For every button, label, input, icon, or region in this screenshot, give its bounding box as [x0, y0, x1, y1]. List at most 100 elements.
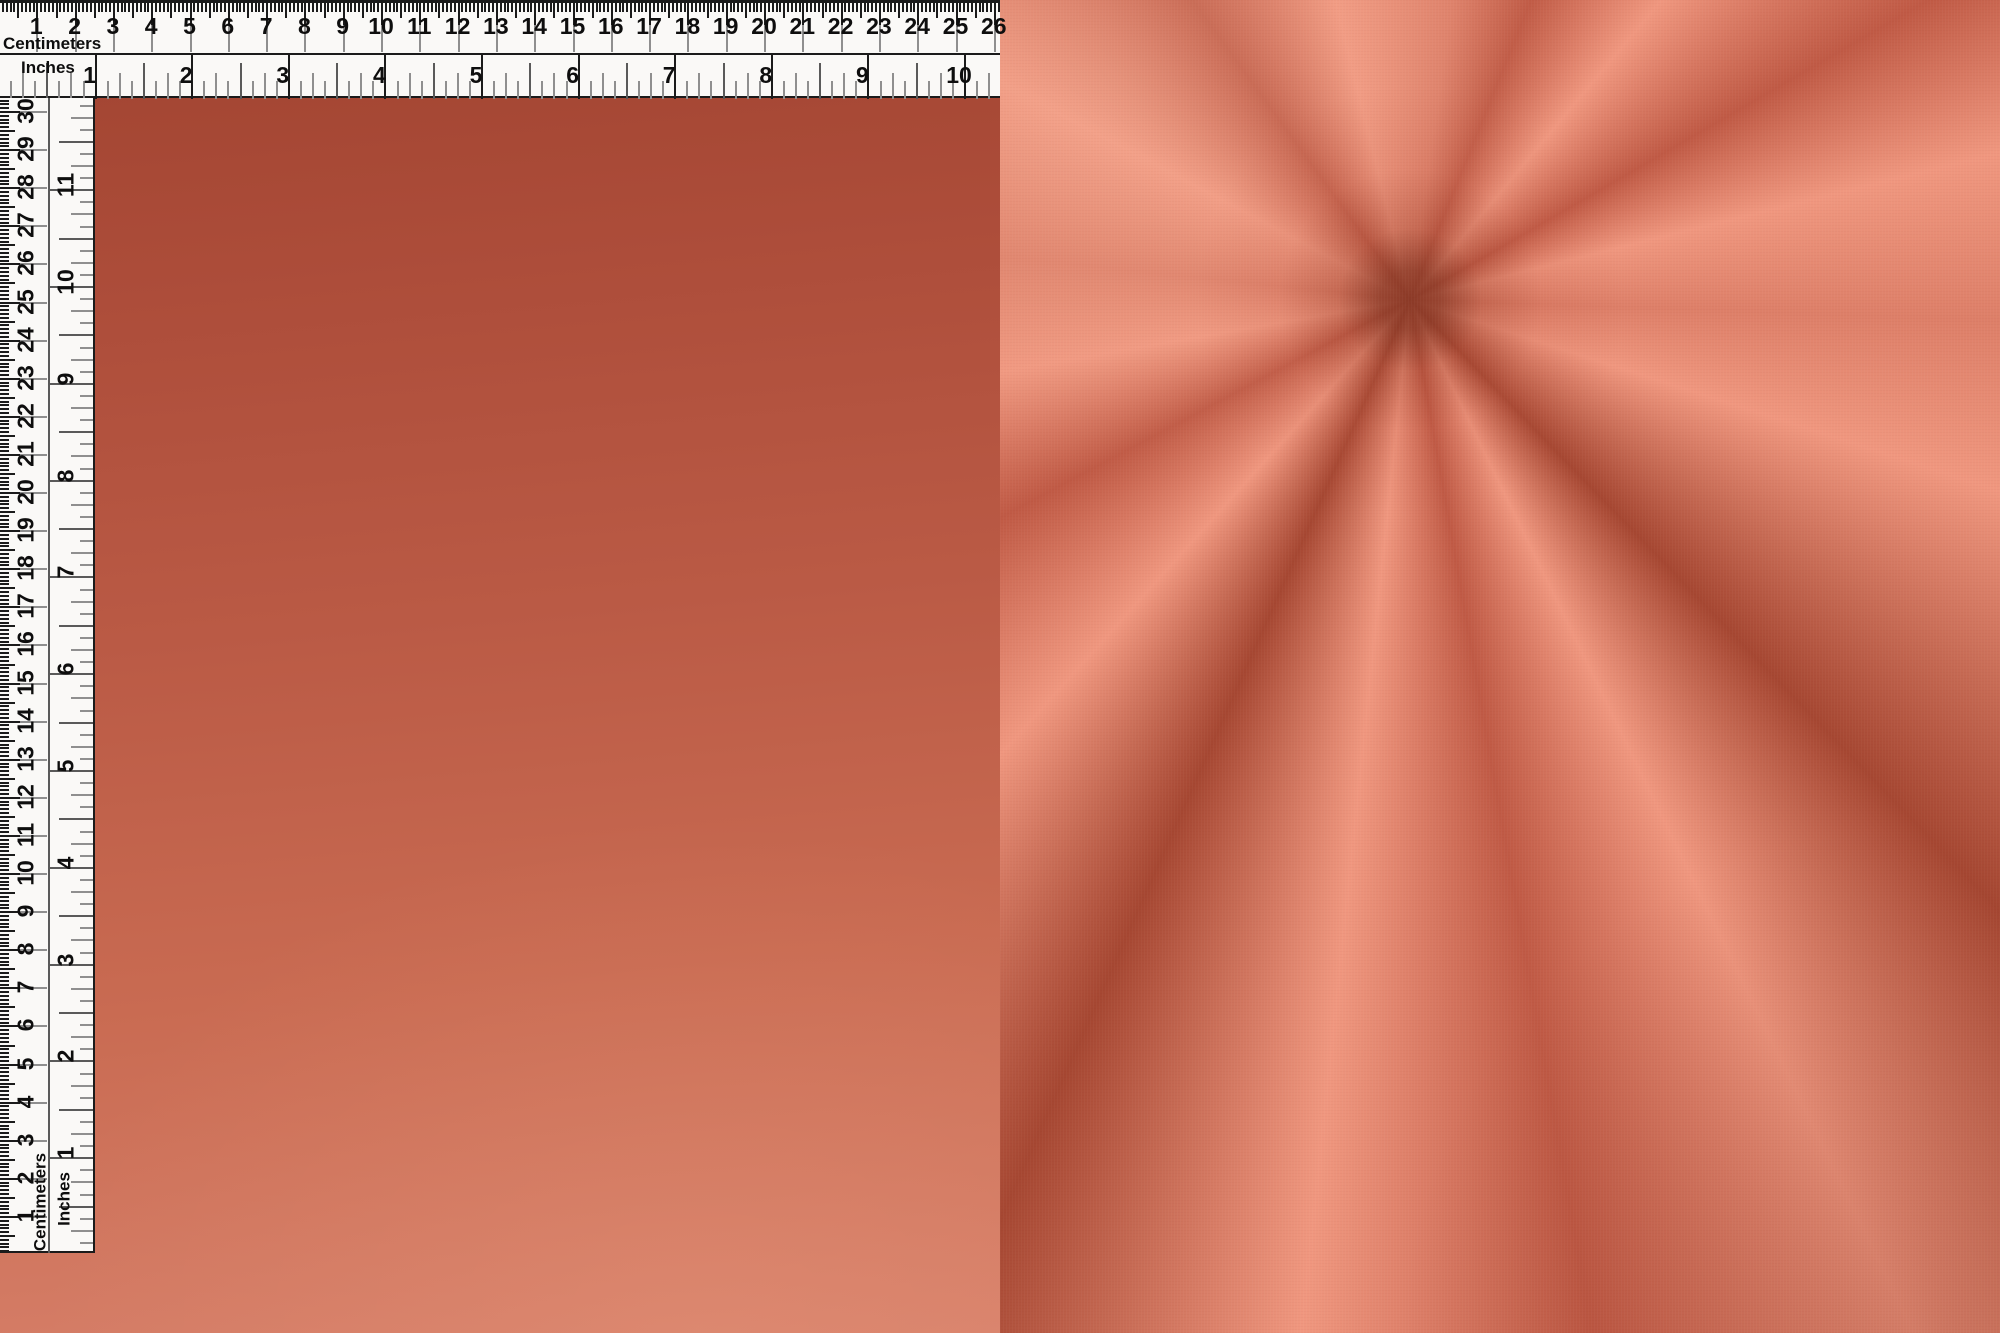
cm-number: 18 — [15, 555, 38, 581]
quarter-inch-tick — [843, 73, 845, 99]
eighth-inch-tick — [80, 371, 93, 373]
eighth-inch-tick — [107, 81, 109, 99]
mm-tick — [0, 881, 9, 883]
mm-tick — [0, 389, 9, 391]
mm-tick — [0, 324, 9, 326]
mm-tick — [0, 290, 9, 292]
mm-tick — [350, 3, 352, 12]
mm-tick — [0, 1182, 9, 1184]
mm-tick — [584, 3, 586, 12]
mm-tick — [301, 3, 303, 12]
mm-tick — [0, 793, 9, 795]
inch-number: 4 — [373, 64, 386, 87]
half-cm-tick — [0, 282, 15, 284]
half-cm-tick — [630, 3, 632, 18]
mm-tick — [894, 3, 896, 12]
cm-number: 24 — [15, 327, 38, 353]
mm-tick — [0, 462, 9, 464]
mm-tick — [0, 523, 9, 525]
mm-tick — [0, 385, 9, 387]
mm-tick — [0, 404, 9, 406]
half-cm-tick — [0, 930, 15, 932]
mm-tick — [0, 545, 9, 547]
mm-tick — [0, 507, 9, 509]
mm-tick — [806, 3, 808, 12]
mm-tick — [0, 363, 9, 365]
mm-tick — [837, 3, 839, 12]
eighth-inch-tick — [80, 129, 93, 131]
mm-tick — [0, 294, 9, 296]
inch-number: 1 — [83, 64, 96, 87]
mm-tick — [0, 183, 9, 185]
inch-number: 8 — [55, 469, 78, 482]
mm-tick — [0, 237, 9, 239]
half-cm-tick — [0, 625, 15, 627]
half-cm-tick — [0, 397, 15, 399]
mm-tick — [358, 3, 360, 12]
eighth-inch-tick — [80, 347, 93, 349]
mm-tick — [913, 3, 915, 12]
mm-tick — [0, 782, 9, 784]
mm-tick — [0, 957, 9, 959]
eighth-inch-tick — [80, 710, 93, 712]
mm-tick — [0, 1166, 9, 1168]
cm-number: 16 — [598, 15, 624, 38]
mm-tick — [105, 3, 107, 12]
mm-tick — [753, 3, 755, 12]
mm-tick — [0, 633, 9, 635]
mm-tick — [366, 3, 368, 12]
half-cm-tick — [0, 664, 15, 666]
mm-tick — [0, 328, 9, 330]
mm-tick — [293, 3, 295, 12]
mm-tick — [0, 1185, 9, 1187]
eighth-inch-tick — [80, 105, 93, 107]
cm-number: 9 — [15, 905, 38, 918]
mm-tick — [10, 3, 12, 12]
mm-tick — [278, 3, 280, 12]
cm-number: 28 — [15, 174, 38, 200]
inch-number: 10 — [55, 269, 78, 295]
mm-tick — [0, 557, 9, 559]
mm-tick — [144, 3, 146, 12]
mm-tick — [944, 3, 946, 12]
half-inch-tick — [59, 818, 93, 820]
eighth-inch-tick — [80, 806, 93, 808]
mm-tick — [622, 3, 624, 12]
eighth-inch-tick — [80, 1169, 93, 1171]
mm-tick — [0, 1029, 9, 1031]
mm-tick — [979, 3, 981, 12]
half-inch-tick — [916, 63, 918, 99]
half-inch-tick — [59, 431, 93, 433]
half-cm-tick — [0, 1197, 15, 1199]
eighth-inch-tick — [80, 1218, 93, 1220]
mm-tick — [0, 1079, 9, 1081]
eighth-inch-tick — [80, 1000, 93, 1002]
mm-tick — [0, 229, 9, 231]
eighth-inch-tick — [735, 81, 737, 99]
eighth-inch-tick — [80, 637, 93, 639]
cm-number: 6 — [15, 1019, 38, 1032]
inch-number: 9 — [55, 372, 78, 385]
cm-number: 23 — [15, 365, 38, 391]
mm-tick — [488, 3, 490, 12]
mm-tick — [281, 3, 283, 12]
mm-tick — [0, 900, 9, 902]
quarter-inch-tick — [988, 73, 990, 99]
half-cm-tick — [0, 549, 15, 551]
eighth-inch-tick — [80, 613, 93, 615]
eighth-inch-tick — [34, 81, 36, 99]
eighth-inch-tick — [80, 443, 93, 445]
mm-tick — [0, 1041, 9, 1043]
half-inch-tick — [336, 63, 338, 99]
quarter-inch-tick — [457, 73, 459, 99]
mm-tick — [469, 3, 471, 12]
cm-number: 11 — [407, 15, 431, 38]
half-cm-tick — [0, 587, 15, 589]
eighth-inch-tick — [80, 1145, 93, 1147]
mm-tick — [710, 3, 712, 12]
cm-number: 5 — [15, 1057, 38, 1070]
mm-tick — [159, 3, 161, 12]
half-cm-tick — [0, 1121, 15, 1123]
mm-tick — [0, 218, 9, 220]
cm-number: 12 — [15, 784, 38, 810]
